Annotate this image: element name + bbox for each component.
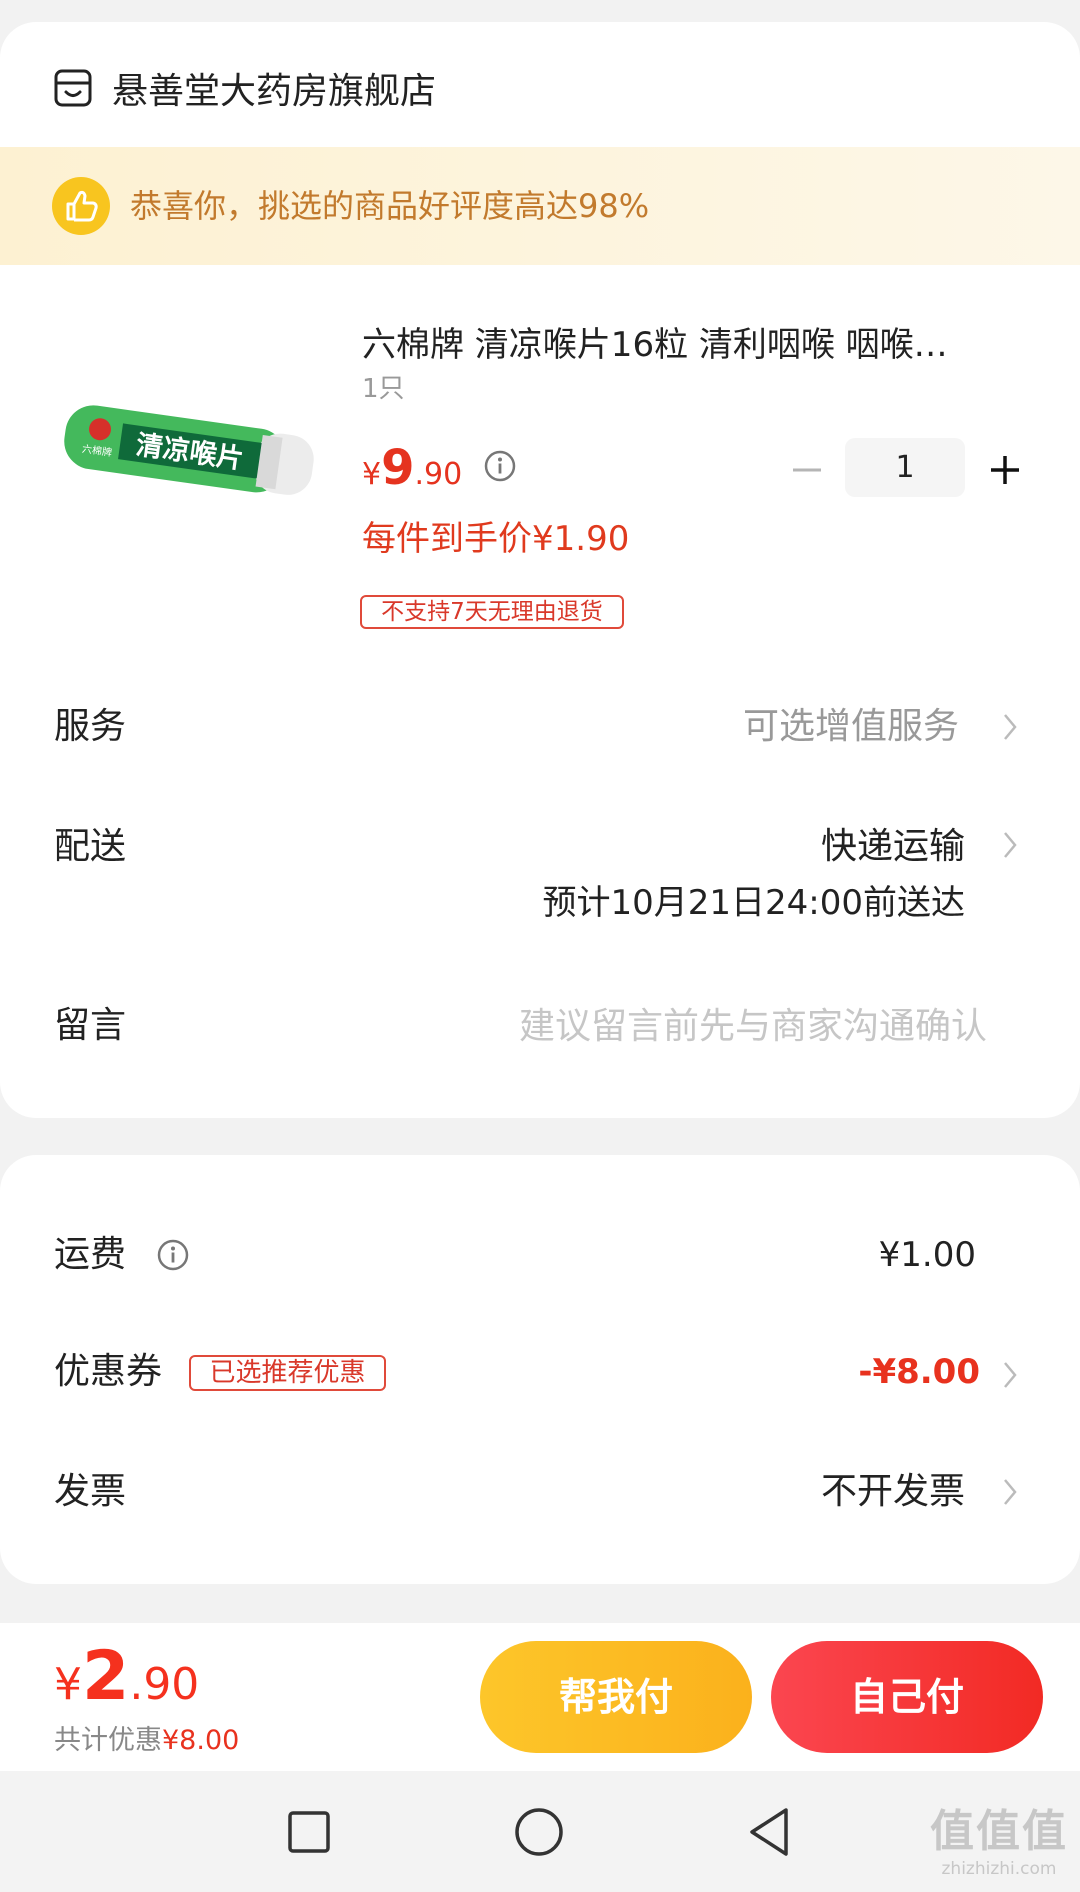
price-symbol: ¥ [362,457,382,492]
increase-quantity-button[interactable] [988,453,1022,487]
coupon-label: 优惠券 [54,1351,163,1392]
shipping-value: ¥1.00 [878,1235,976,1275]
store-header[interactable]: 悬善堂大药房旗舰店 [0,62,1080,122]
quantity-field[interactable]: 1 [845,438,965,497]
service-value[interactable]: 可选增值服务 [743,702,959,752]
total-discount: 共计优惠¥8.00 [54,1723,239,1759]
watermark: 值值值 zhizhizhi.com [924,1806,1074,1880]
invoice-label: 发票 [54,1471,127,1512]
recent-apps-icon[interactable] [287,1810,331,1854]
message-label: 留言 [54,1005,127,1046]
coupon-recommended-tag: 已选推荐优惠 [189,1355,386,1391]
product-image[interactable]: 六棉牌 清凉喉片 [58,395,323,505]
pay-myself-button[interactable]: 自己付 [771,1641,1043,1753]
order-card: 悬善堂大药房旗舰店 恭喜你，挑选的商品好评度高达98% 六棉牌 清凉喉片 六棉牌… [0,22,1080,1118]
price-decimal: .90 [414,457,463,492]
decrease-quantity-button[interactable] [790,453,824,487]
coupon-value[interactable]: -¥8.00 [858,1347,980,1397]
summary-card: 运费 ¥1.00 优惠券 已选推荐优惠 -¥8.00 发票 不开发票 [0,1155,1080,1584]
no-return-tag: 不支持7天无理由退货 [360,595,624,629]
home-icon[interactable] [514,1807,564,1857]
back-icon[interactable] [746,1806,792,1858]
price-info-icon[interactable] [484,450,516,482]
total-price-symbol: ¥ [54,1659,82,1710]
product-spec: 1只 [362,374,405,404]
delivery-eta: 预计10月21日24:00前送达 [542,883,965,923]
total-price-decimal: .90 [129,1659,200,1710]
store-name: 悬善堂大药房旗舰店 [112,71,437,112]
watermark-site: zhizhizhi.com [941,1859,1057,1879]
invoice-value[interactable]: 不开发票 [821,1467,965,1517]
total-price: ¥ 2 .90 [54,1637,200,1716]
price-integer: 9 [381,440,415,496]
total-discount-label: 共计优惠 [54,1725,162,1756]
total-discount-value: ¥8.00 [162,1725,240,1756]
shipping-label: 运费 [54,1234,127,1275]
coupon-chevron-icon [1004,1362,1017,1388]
watermark-brand: 值值值 [930,1806,1068,1857]
help-me-pay-button[interactable]: 帮我付 [480,1641,752,1753]
system-nav-bar [0,1771,1080,1892]
product-title[interactable]: 六棉牌 清凉喉片16粒 清利咽喉 咽喉… [362,320,1027,370]
delivery-method[interactable]: 快递运输 [821,822,965,872]
total-price-integer: 2 [82,1637,130,1716]
service-chevron-icon [1004,714,1017,740]
thumbs-up-icon [52,177,110,235]
shipping-info-icon[interactable] [157,1239,189,1271]
rating-banner: 恭喜你，挑选的商品好评度高达98% [0,147,1080,265]
product-price: ¥ 9 .90 [362,440,462,500]
delivery-chevron-icon [1004,832,1017,858]
message-input[interactable] [380,1001,987,1051]
store-icon [54,69,92,107]
unit-final-price: 每件到手价¥1.90 [362,519,630,559]
order-confirm-page: 悬善堂大药房旗舰店 恭喜你，挑选的商品好评度高达98% 六棉牌 清凉喉片 六棉牌… [0,0,1080,1892]
invoice-chevron-icon [1004,1479,1017,1505]
banner-text: 恭喜你，挑选的商品好评度高达98% [130,187,650,225]
service-label: 服务 [54,706,127,747]
delivery-label: 配送 [54,826,127,867]
